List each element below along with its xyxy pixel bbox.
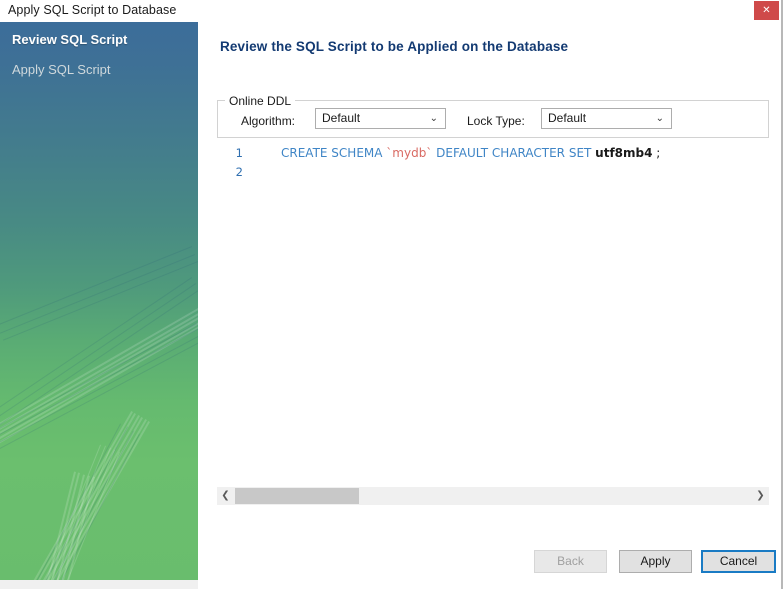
sidebar-ray xyxy=(27,471,76,580)
sidebar-ray xyxy=(31,449,116,580)
sidebar-ray xyxy=(37,474,86,580)
close-icon: ✕ xyxy=(762,5,771,16)
sidebar-ray xyxy=(8,415,140,580)
editor-horizontal-scrollbar[interactable]: ❮ ❯ xyxy=(217,487,769,505)
sidebar-ray xyxy=(0,283,197,430)
code-token-kw: DEFAULT CHARACTER SET xyxy=(432,146,596,160)
sidebar-ray xyxy=(22,445,107,580)
lock-type-select[interactable]: Default ⌄ xyxy=(541,108,672,129)
sidebar-ray xyxy=(0,306,198,474)
line-number: 2 xyxy=(235,165,243,179)
lock-type-label: Lock Type: xyxy=(467,114,525,128)
sidebar-ray xyxy=(15,419,147,580)
code-token-id: `mydb` xyxy=(386,146,433,160)
apply-button[interactable]: Apply xyxy=(619,550,692,573)
algorithm-select[interactable]: Default ⌄ xyxy=(315,108,446,129)
sidebar-ray xyxy=(7,423,122,580)
sidebar-ray xyxy=(4,413,137,580)
code-token-val: utf8mb4 xyxy=(595,146,653,160)
cancel-button[interactable]: Cancel xyxy=(701,550,776,573)
scrollbar-thumb[interactable] xyxy=(235,488,359,504)
sidebar-ray xyxy=(18,421,151,580)
sidebar-ray xyxy=(47,476,95,580)
dialog-window: Apply SQL Script to Database ✕ Review SQ… xyxy=(0,0,783,589)
sidebar-bottom-strip xyxy=(0,580,198,589)
sidebar-ray xyxy=(0,246,193,326)
line-number: 1 xyxy=(235,146,243,160)
sidebar-item-review-sql-script[interactable]: Review SQL Script xyxy=(12,32,127,47)
code-line-row: 1 CREATE SCHEMA `mydb` DEFAULT CHARACTER … xyxy=(217,144,769,163)
sidebar-ray xyxy=(20,430,134,580)
title-bar: Apply SQL Script to Database ✕ xyxy=(0,0,781,22)
content-panel: Review the SQL Script to be Applied on t… xyxy=(198,22,781,589)
sidebar-ray xyxy=(27,447,111,580)
sidebar-ray xyxy=(11,417,144,580)
sidebar-ray xyxy=(0,328,198,471)
sidebar-ray xyxy=(17,443,102,580)
algorithm-value: Default xyxy=(322,111,361,125)
sidebar-ray xyxy=(0,338,198,481)
page-title: Review the SQL Script to be Applied on t… xyxy=(220,39,569,54)
sidebar-ray xyxy=(13,426,128,580)
window-title: Apply SQL Script to Database xyxy=(8,3,177,17)
code-token-kw: CREATE SCHEMA xyxy=(281,146,387,160)
code-token-punc: ; xyxy=(652,146,661,160)
code-text: CREATE SCHEMA `mydb` DEFAULT CHARACTER S… xyxy=(281,144,660,163)
lock-type-value: Default xyxy=(548,111,587,125)
sidebar-ray xyxy=(2,261,198,341)
sidebar-ray xyxy=(0,323,197,465)
sidebar-ray xyxy=(0,317,198,484)
sidebar-ray xyxy=(32,472,81,580)
sidebar-item-apply-sql-script[interactable]: Apply SQL Script xyxy=(12,62,111,77)
close-button[interactable]: ✕ xyxy=(754,1,779,20)
sql-script-editor[interactable]: 1 CREATE SCHEMA `mydb` DEFAULT CHARACTER … xyxy=(217,144,769,466)
sidebar-ray xyxy=(26,433,141,580)
chevron-down-icon: ⌄ xyxy=(655,113,664,124)
algorithm-label: Algorithm: xyxy=(241,114,296,128)
wizard-sidebar: Review SQL Script Apply SQL Script xyxy=(0,22,198,580)
sidebar-ray xyxy=(0,313,198,481)
scroll-right-icon[interactable]: ❯ xyxy=(752,487,769,505)
sidebar-ray xyxy=(0,310,198,477)
sidebar-ray xyxy=(36,451,121,580)
sidebar-ray xyxy=(42,475,91,580)
sidebar-ray xyxy=(0,277,193,424)
sidebar-ray xyxy=(0,253,196,334)
code-line-row: 2 xyxy=(217,163,769,182)
online-ddl-legend: Online DDL xyxy=(225,94,296,108)
sidebar-ray xyxy=(0,320,198,487)
sidebar-ray xyxy=(0,289,198,436)
chevron-down-icon: ⌄ xyxy=(429,113,438,124)
back-button[interactable]: Back xyxy=(534,550,607,573)
scroll-left-icon[interactable]: ❮ xyxy=(217,487,234,505)
sidebar-ray xyxy=(0,333,198,476)
sidebar-ray xyxy=(1,411,133,580)
